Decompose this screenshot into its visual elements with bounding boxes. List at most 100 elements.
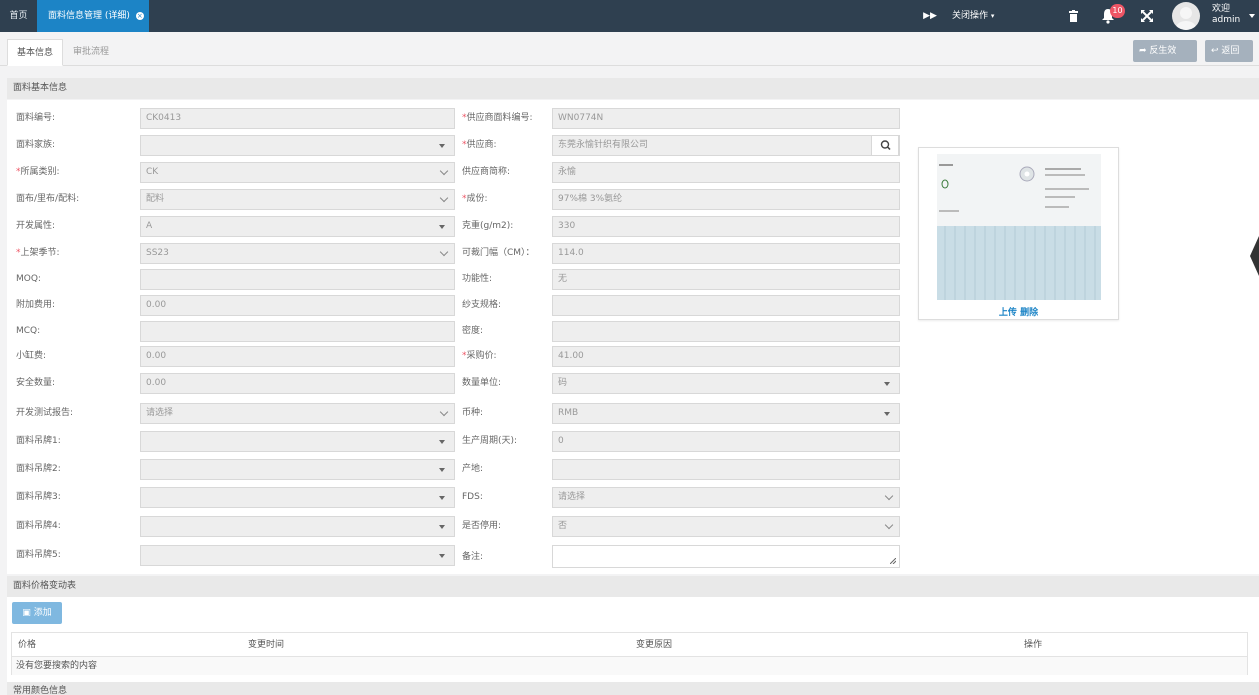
unit-select[interactable]: 码 <box>552 373 900 394</box>
add-button[interactable]: ▣ 添加 <box>12 602 62 624</box>
purchase-price-field[interactable]: 41.00 <box>552 346 900 367</box>
dev-attribute-select[interactable]: A <box>140 216 455 237</box>
season-select[interactable]: SS23 <box>140 243 455 264</box>
label-fabric-type: 面布/里布/配料: <box>16 194 80 204</box>
label-fds: FDS: <box>462 492 483 502</box>
functionality-field[interactable]: 无 <box>552 269 900 290</box>
label-dev-attribute: 开发属性: <box>16 221 56 231</box>
label-composition: *成份: <box>462 194 488 204</box>
fabric-type-select[interactable]: 配料 <box>140 189 455 210</box>
yarn-spec-field[interactable] <box>552 295 900 316</box>
supplier-short-field[interactable]: 永愉 <box>552 162 900 183</box>
caret-down-icon <box>439 554 445 558</box>
hangtag-1-select[interactable] <box>140 431 455 452</box>
label-fabric-code: 面料编号: <box>16 113 56 123</box>
trash-icon[interactable] <box>1068 10 1079 22</box>
fabric-family-select[interactable] <box>140 135 455 156</box>
hangtag-2-select[interactable] <box>140 459 455 480</box>
test-report-select[interactable]: 请选择 <box>140 403 455 424</box>
composition-field[interactable]: 97%棉 3%氨纶 <box>552 189 900 210</box>
unpublish-button[interactable]: ➦ 反生效 <box>1133 40 1197 62</box>
fullscreen-icon[interactable] <box>1140 9 1154 23</box>
fabric-code-field[interactable]: CK0413 <box>140 108 455 129</box>
hangtag-3-select[interactable] <box>140 487 455 508</box>
disabled-select[interactable]: 否 <box>552 516 900 537</box>
label-weight: 克重(g/m2): <box>462 221 514 231</box>
chevron-down-icon <box>439 166 449 176</box>
label-category: *所属类别: <box>16 167 60 177</box>
label-yarn-spec: 纱支规格: <box>462 300 502 310</box>
caret-down-icon <box>439 496 445 500</box>
back-button[interactable]: ↩ 返回 <box>1205 40 1253 62</box>
label-production-cycle: 生产周期(天): <box>462 436 518 446</box>
caret-down-icon <box>439 440 445 444</box>
column-header-price[interactable]: 价格 <box>18 633 36 657</box>
user-menu[interactable]: 欢迎 admin <box>1212 4 1240 26</box>
moq-field[interactable] <box>140 269 455 290</box>
fabric-photo[interactable] <box>937 154 1101 300</box>
weight-field[interactable]: 330 <box>552 216 900 237</box>
label-mcq: MCQ: <box>16 326 41 336</box>
label-extra-fee: 附加费用: <box>16 300 56 310</box>
label-hangtag-4: 面料吊牌4: <box>16 521 61 531</box>
label-supplier-short: 供应商简称: <box>462 167 511 177</box>
production-cycle-field[interactable]: 0 <box>552 431 900 452</box>
supplier-search-button[interactable] <box>871 135 899 156</box>
section-basic-info: 面料基本信息 <box>7 78 1259 99</box>
label-hangtag-5: 面料吊牌5: <box>16 550 61 560</box>
content-tabs: 基本信息 审批流程 <box>0 32 1259 66</box>
safety-qty-field[interactable]: 0.00 <box>140 373 455 394</box>
chevron-down-icon <box>884 491 894 501</box>
column-header-change-time[interactable]: 变更时间 <box>248 633 284 657</box>
user-silhouette-icon <box>1176 7 1196 30</box>
top-navbar: 首页 面料信息管理 (详细) × ▶▶ 关闭操作 ▾ 10 欢迎 admin <box>0 0 1259 32</box>
currency-select[interactable]: RMB <box>552 403 900 424</box>
active-page-tab[interactable]: 面料信息管理 (详细) × <box>37 0 149 32</box>
label-density: 密度: <box>462 326 484 336</box>
fds-select[interactable]: 请选择 <box>552 487 900 508</box>
label-hangtag-1: 面料吊牌1: <box>16 436 61 446</box>
close-tab-icon[interactable]: × <box>135 12 144 20</box>
caret-down-icon <box>439 468 445 472</box>
tab-approval-flow[interactable]: 审批流程 <box>64 39 118 66</box>
username-text: admin <box>1212 15 1241 25</box>
welcome-text: 欢迎 <box>1212 4 1231 14</box>
label-currency: 币种: <box>462 408 484 418</box>
user-caret-icon[interactable] <box>1249 14 1255 18</box>
active-page-tab-label: 面料信息管理 (详细) <box>48 11 130 21</box>
label-season: *上架季节: <box>16 248 60 258</box>
tab-basic-info[interactable]: 基本信息 <box>7 39 64 66</box>
label-hangtag-3: 面料吊牌3: <box>16 492 61 502</box>
label-cuttable-width: 可裁门幅（CM）： <box>462 248 535 258</box>
close-ops-dropdown[interactable]: 关闭操作 ▾ <box>952 0 994 32</box>
column-header-actions[interactable]: 操作 <box>1024 633 1042 657</box>
page-arrow-icon[interactable] <box>1250 236 1259 276</box>
hangtag-5-select[interactable] <box>140 545 455 566</box>
origin-field[interactable] <box>552 459 900 480</box>
small-vat-fee-field[interactable]: 0.00 <box>140 346 455 367</box>
chevron-down-icon <box>884 520 894 530</box>
label-supplier-fabric-code: *供应商面料编号: <box>462 113 533 123</box>
section-price-changes: 面料价格变动表 <box>7 576 1259 597</box>
avatar[interactable] <box>1172 2 1200 30</box>
supplier-field[interactable]: 东莞永愉针织有限公司 <box>552 135 900 156</box>
caret-down-icon: ▾ <box>990 12 995 20</box>
column-header-change-reason[interactable]: 变更原因 <box>636 633 672 657</box>
extra-fee-field[interactable]: 0.00 <box>140 295 455 316</box>
forward-icon[interactable]: ▶▶ <box>922 0 938 32</box>
delete-link[interactable]: 删除 <box>1020 308 1038 318</box>
resize-handle-icon[interactable] <box>890 558 896 564</box>
close-ops-label: 关闭操作 <box>952 11 989 21</box>
category-select[interactable]: CK <box>140 162 455 183</box>
mcq-field[interactable] <box>140 321 455 342</box>
remark-textarea[interactable] <box>552 545 900 568</box>
hangtag-4-select[interactable] <box>140 516 455 537</box>
label-small-vat-fee: 小缸费: <box>16 351 47 361</box>
density-field[interactable] <box>552 321 900 342</box>
label-fabric-family: 面料家族: <box>16 140 56 150</box>
cuttable-width-field[interactable]: 114.0 <box>552 243 900 264</box>
upload-link[interactable]: 上传 <box>999 308 1017 318</box>
supplier-fabric-code-field[interactable]: WN0774N <box>552 108 900 129</box>
home-tab[interactable]: 首页 <box>0 0 37 32</box>
fabric-image-card: 上传 删除 <box>918 147 1119 320</box>
